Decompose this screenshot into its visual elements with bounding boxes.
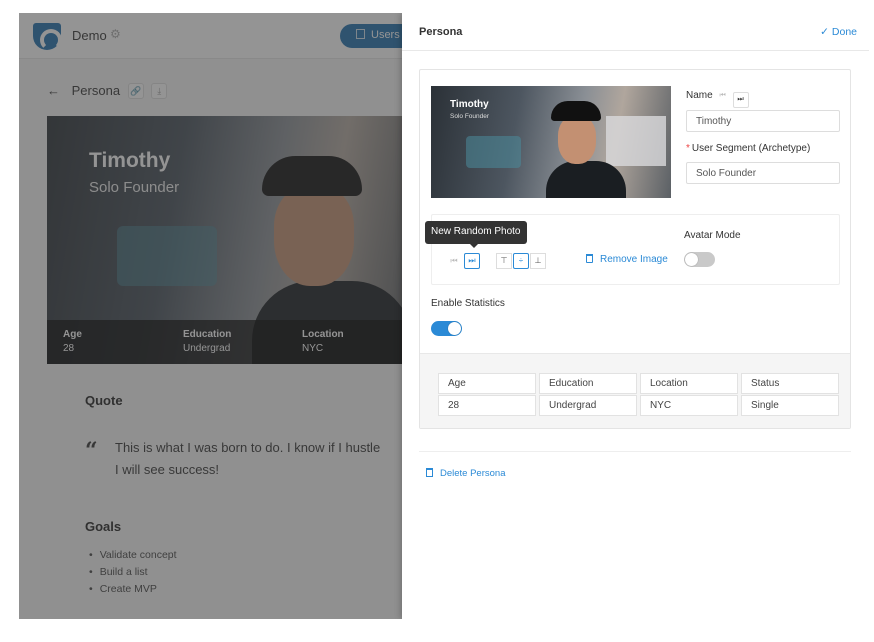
- persona-edit-card: Timothy Solo Founder Name ⏮ ⏭ Timothy * U…: [419, 69, 851, 429]
- segment-label: * User Segment (Archetype): [686, 143, 811, 154]
- stat-key-input[interactable]: Education: [539, 373, 637, 394]
- stats-header-row: Age Education Location Status: [438, 373, 839, 394]
- new-random-photo-tooltip: New Random Photo: [425, 221, 527, 248]
- statistics-editor: Age Education Location Status 28 Undergr…: [420, 353, 850, 428]
- check-icon: ✓: [820, 26, 832, 38]
- remove-image-button[interactable]: Remove Image: [586, 254, 668, 265]
- previous-name-icon[interactable]: ⏮: [719, 92, 725, 100]
- divider: [419, 451, 851, 452]
- stat-value-input[interactable]: NYC: [640, 395, 738, 416]
- panel-header: Persona ✓ Done: [402, 13, 869, 51]
- align-top-icon[interactable]: ⊤: [496, 253, 512, 269]
- align-middle-icon[interactable]: ÷: [513, 253, 529, 269]
- previous-photo-icon[interactable]: ⏮: [446, 253, 462, 269]
- main-image-preview: Timothy Solo Founder: [431, 86, 671, 198]
- panel-title: Persona: [419, 26, 463, 38]
- preview-segment: Solo Founder: [450, 113, 490, 120]
- new-random-photo-button[interactable]: ⏭: [464, 253, 480, 269]
- avatar-mode-label: Avatar Mode: [684, 230, 741, 241]
- stat-key-input[interactable]: Age: [438, 373, 536, 394]
- trash-icon: [586, 254, 593, 263]
- statistics-table: Age Education Location Status 28 Undergr…: [435, 372, 842, 417]
- next-random-name-button[interactable]: ⏭: [732, 92, 749, 108]
- stat-value-input[interactable]: Single: [741, 395, 839, 416]
- enable-statistics-label: Enable Statistics: [431, 298, 505, 309]
- name-label: Name ⏮ ⏭: [686, 90, 749, 108]
- preview-name: Timothy: [450, 99, 489, 110]
- app-window: Demo ⚙ Users ← Persona 🔗 ⤓ Timothy Solo …: [19, 13, 869, 619]
- avatar-mode-toggle[interactable]: [684, 252, 715, 267]
- segment-input[interactable]: Solo Founder: [686, 162, 840, 184]
- align-bottom-icon[interactable]: ⊥: [530, 253, 546, 269]
- trash-icon: [426, 468, 433, 477]
- enable-statistics-toggle[interactable]: [431, 321, 462, 336]
- stat-key-input[interactable]: Location: [640, 373, 738, 394]
- required-marker: *: [686, 143, 690, 154]
- edit-persona-panel: Persona ✓ Done Timothy Solo Founder Name…: [402, 13, 869, 619]
- done-button[interactable]: ✓ Done: [820, 26, 857, 38]
- delete-persona-button[interactable]: Delete Persona: [426, 468, 505, 479]
- modal-overlay[interactable]: [19, 13, 402, 619]
- name-input[interactable]: Timothy: [686, 110, 840, 132]
- stat-value-input[interactable]: Undergrad: [539, 395, 637, 416]
- stat-key-input[interactable]: Status: [741, 373, 839, 394]
- stats-value-row: 28 Undergrad NYC Single: [438, 395, 839, 416]
- stat-value-input[interactable]: 28: [438, 395, 536, 416]
